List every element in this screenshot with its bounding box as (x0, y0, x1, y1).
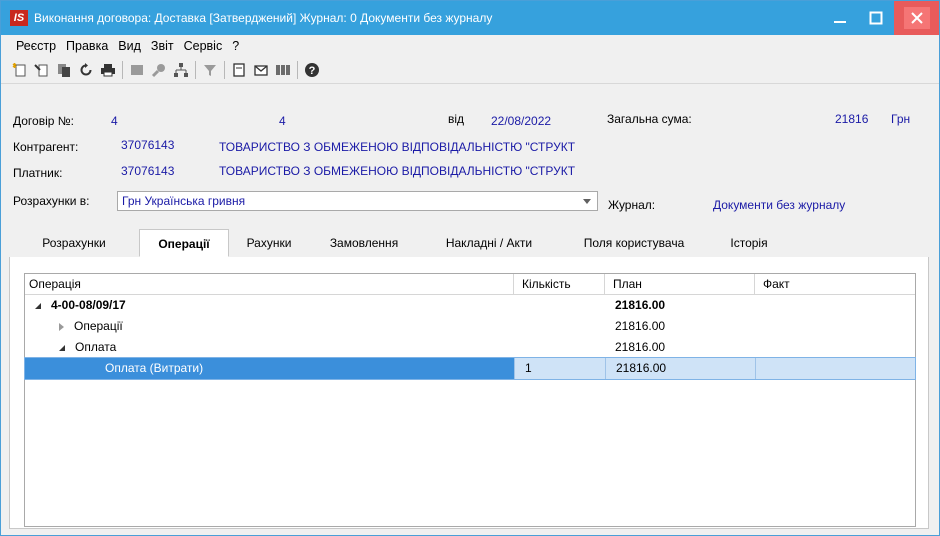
column-header-plan[interactable]: План (605, 274, 755, 294)
title-bar[interactable]: IS Виконання договора: Доставка [Затверд… (1, 1, 939, 35)
minimize-icon (834, 21, 846, 23)
disabled-doc-icon[interactable] (126, 59, 148, 81)
menu-help[interactable]: ? (227, 39, 244, 53)
app-window: IS Виконання договора: Доставка [Затверд… (0, 0, 940, 536)
menu-service[interactable]: Сервіс (179, 39, 228, 53)
row-quantity (514, 316, 605, 337)
table-row[interactable]: Операції 21816.00 (25, 316, 915, 337)
payer-name-value: ТОВАРИСТВО З ОБМЕЖЕНОЮ ВІДПОВІДАЛЬНІСТЮ … (219, 164, 576, 178)
row-operation-name: Оплата (Витрати) (25, 358, 514, 379)
key-icon[interactable] (148, 59, 170, 81)
row-fact[interactable] (755, 358, 915, 379)
window-title: Виконання договора: Доставка [Затверджен… (34, 11, 493, 25)
close-icon (910, 12, 923, 24)
minimize-button[interactable] (822, 1, 858, 35)
total-sum-label: Загальна сума: (607, 112, 692, 126)
table-row[interactable]: Оплата 21816.00 (25, 337, 915, 358)
tab-bar: Розрахунки Операції Рахунки Замовлення Н… (9, 229, 929, 258)
tab-settlements[interactable]: Розрахунки (9, 229, 139, 257)
column-header-operation[interactable]: Операція (25, 274, 514, 294)
edit-doc-icon[interactable] (31, 59, 53, 81)
svg-text:?: ? (309, 65, 316, 77)
help-icon[interactable]: ? (301, 59, 323, 81)
row-fact (755, 337, 915, 358)
tab-waybills-acts[interactable]: Накладні / Акти (419, 229, 559, 257)
operations-grid: Операція Кількість План Факт 4-00-08/09/… (24, 273, 916, 527)
payer-label: Платник: (13, 166, 63, 180)
payer-code-value[interactable]: 37076143 (121, 164, 174, 178)
row-operation-name: Операції (74, 319, 123, 333)
refresh-icon[interactable] (75, 59, 97, 81)
column-header-fact[interactable]: Факт (755, 274, 915, 294)
maximize-icon (869, 11, 883, 25)
collapse-icon[interactable] (35, 302, 41, 309)
contract-number-value[interactable]: 4 (111, 114, 118, 128)
row-fact (755, 316, 915, 337)
window-controls (822, 1, 939, 35)
chevron-down-icon[interactable] (583, 199, 591, 204)
app-logo-icon: IS (10, 10, 28, 26)
date-from-label: від (448, 112, 465, 126)
row-plan[interactable]: 21816.00 (605, 358, 755, 379)
row-quantity (514, 337, 605, 358)
grid-header: Операція Кількість План Факт (25, 274, 915, 295)
contract-date-value[interactable]: 22/08/2022 (491, 114, 551, 128)
row-operation-name: Оплата (75, 340, 117, 354)
menu-edit[interactable]: Правка (61, 39, 113, 53)
journal-label: Журнал: (608, 198, 656, 212)
menu-report[interactable]: Звіт (146, 39, 179, 53)
journal-value[interactable]: Документи без журналу (713, 198, 845, 212)
tab-orders[interactable]: Замовлення (309, 229, 419, 257)
settlement-currency-select[interactable]: Грн Українська гривня (117, 191, 598, 211)
settlement-currency-value: Грн Українська гривня (122, 194, 246, 208)
row-quantity[interactable]: 1 (514, 358, 605, 379)
contract-header: Договір №: 4 4 від 22/08/2022 Загальна с… (1, 97, 939, 217)
mail-icon[interactable] (250, 59, 272, 81)
menu-registry[interactable]: Реєстр (11, 39, 61, 53)
maximize-button[interactable] (858, 1, 894, 35)
row-plan: 21816.00 (615, 319, 666, 333)
collapse-icon[interactable] (59, 344, 65, 351)
row-plan: 21816.00 (615, 340, 666, 354)
tab-user-fields[interactable]: Поля користувача (559, 229, 709, 257)
table-row-selected[interactable]: Оплата (Витрати) 1 21816.00 (24, 357, 916, 380)
total-currency-value: Грн (891, 112, 911, 126)
new-doc-icon[interactable] (9, 59, 31, 81)
tab-operations[interactable]: Операції (139, 229, 229, 257)
tree-icon[interactable] (170, 59, 192, 81)
counterparty-code-value[interactable]: 37076143 (121, 138, 174, 152)
row-plan: 21816.00 (615, 298, 666, 312)
toolbar: ? (1, 57, 939, 84)
close-button[interactable] (894, 1, 939, 35)
row-operation-name: 4-00-08/09/17 (51, 298, 126, 312)
operations-panel: Операція Кількість План Факт 4-00-08/09/… (9, 257, 929, 529)
counterparty-label: Контрагент: (13, 140, 79, 154)
expand-icon[interactable] (59, 322, 64, 331)
menu-bar: Реєстр Правка Вид Звіт Сервіс ? (1, 35, 939, 57)
settlement-currency-label: Розрахунки в: (13, 194, 90, 208)
tab-history[interactable]: Історія (709, 229, 789, 257)
print-icon[interactable] (97, 59, 119, 81)
menu-view[interactable]: Вид (113, 39, 146, 53)
filter-icon[interactable] (199, 59, 221, 81)
row-quantity (514, 295, 605, 316)
contract-number2-value[interactable]: 4 (279, 114, 286, 128)
row-fact (755, 295, 915, 316)
table-row[interactable]: 4-00-08/09/17 21816.00 (25, 295, 915, 316)
column-header-quantity[interactable]: Кількість (514, 274, 605, 294)
counterparty-name-value: ТОВАРИСТВО З ОБМЕЖЕНОЮ ВІДПОВІДАЛЬНІСТЮ … (219, 140, 576, 154)
tab-invoices[interactable]: Рахунки (229, 229, 309, 257)
form-icon[interactable] (228, 59, 250, 81)
contract-number-label: Договір №: (13, 114, 74, 128)
barcode-icon[interactable] (272, 59, 294, 81)
total-sum-value: 21816 (835, 112, 869, 126)
copy-doc-icon[interactable] (53, 59, 75, 81)
